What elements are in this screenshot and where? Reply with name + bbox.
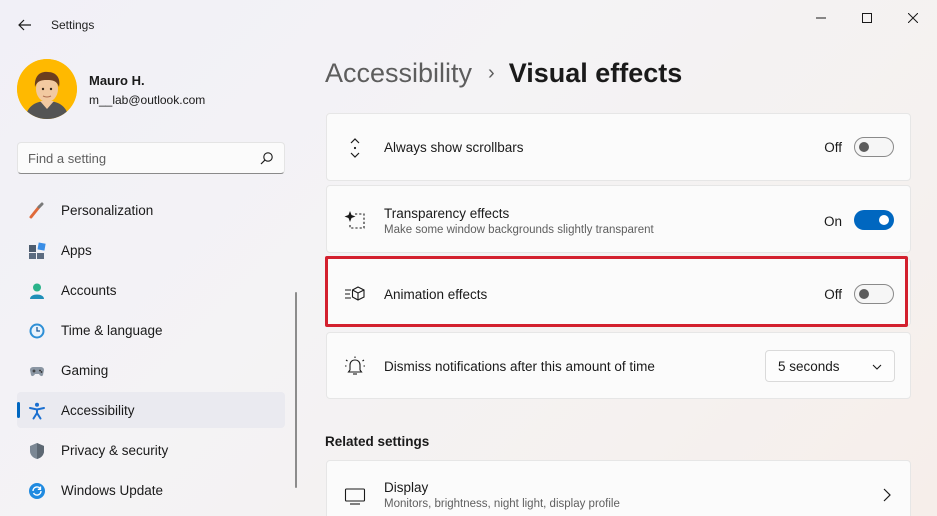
sidebar-item-privacy-security[interactable]: Privacy & security <box>17 432 285 468</box>
setting-title: Dismiss notifications after this amount … <box>384 359 655 374</box>
toggle-state-label: On <box>823 214 842 229</box>
minimize-icon <box>816 17 826 19</box>
scrollbars-toggle[interactable] <box>854 137 894 157</box>
close-button[interactable] <box>890 6 936 30</box>
maximize-button[interactable] <box>844 6 890 30</box>
toggle-knob <box>879 215 889 225</box>
sidebar-item-label: Personalization <box>61 203 154 218</box>
breadcrumb-separator: › <box>488 62 495 84</box>
minimize-button[interactable] <box>798 6 844 30</box>
monitor-icon <box>344 488 366 505</box>
selection-indicator <box>17 402 20 418</box>
sidebar-item-apps[interactable]: Apps <box>17 232 285 268</box>
sidebar-item-label: Privacy & security <box>61 443 169 458</box>
avatar[interactable] <box>17 59 77 119</box>
dropdown-value: 5 seconds <box>778 359 840 374</box>
setting-title: Transparency effects <box>384 206 510 221</box>
notification-duration-dropdown[interactable]: 5 seconds <box>765 350 895 382</box>
setting-always-show-scrollbars: Always show scrollbars Off <box>326 113 911 181</box>
back-arrow-icon <box>18 19 31 31</box>
transparency-toggle[interactable] <box>854 210 894 230</box>
sidebar-item-label: Gaming <box>61 363 109 378</box>
sidebar-item-label: Accessibility <box>61 403 135 418</box>
close-icon <box>908 13 918 23</box>
bell-icon <box>345 356 365 375</box>
setting-description: Make some window backgrounds slightly tr… <box>384 224 654 236</box>
chevron-down-icon <box>872 364 882 370</box>
breadcrumb: Accessibility › Visual effects <box>325 58 682 98</box>
search-input[interactable]: Find a setting <box>28 151 106 166</box>
sidebar-scrollbar[interactable] <box>295 292 297 488</box>
sidebar-item-personalization[interactable]: Personalization <box>17 192 285 228</box>
sidebar-item-time-language[interactable]: Time & language <box>17 312 285 348</box>
shield-icon <box>30 443 44 459</box>
related-settings-heading: Related settings <box>325 434 430 449</box>
setting-description: Monitors, brightness, night light, displ… <box>384 498 620 510</box>
setting-title: Always show scrollbars <box>384 140 524 155</box>
paintbrush-icon <box>29 202 44 219</box>
apps-icon <box>29 242 46 259</box>
back-button[interactable] <box>12 12 38 38</box>
scroll-arrows-icon <box>350 138 360 158</box>
search-box[interactable]: Find a setting <box>17 142 285 174</box>
accessibility-icon <box>29 402 45 420</box>
related-display-link[interactable]: Display Monitors, brightness, night ligh… <box>326 460 911 516</box>
windows-update-icon <box>29 483 45 499</box>
search-icon[interactable] <box>260 151 274 165</box>
chevron-right-icon <box>883 488 891 502</box>
title-bar: Settings <box>0 0 937 50</box>
transparency-sparkle-icon <box>344 211 365 229</box>
toggle-state-label: Off <box>824 140 842 155</box>
settings-window: Settings Mauro H. m__lab@outlook.com Fin… <box>0 0 937 516</box>
sidebar-item-label: Apps <box>61 243 92 258</box>
sidebar-item-label: Accounts <box>61 283 117 298</box>
setting-transparency-effects: Transparency effects Make some window ba… <box>326 185 911 253</box>
gamepad-icon <box>30 367 44 377</box>
toggle-knob <box>859 142 869 152</box>
sidebar-item-accounts[interactable]: Accounts <box>17 272 285 308</box>
clock-globe-icon <box>29 323 45 339</box>
sidebar-item-label: Windows Update <box>61 483 164 498</box>
highlight-box <box>325 256 908 327</box>
sidebar-nav: Personalization Apps Accounts Time & lan… <box>17 192 285 512</box>
accounts-icon <box>30 283 44 299</box>
maximize-icon <box>862 13 872 23</box>
breadcrumb-parent[interactable]: Accessibility <box>325 58 472 88</box>
profile-email: m__lab@outlook.com <box>89 93 206 107</box>
app-title: Settings <box>51 18 95 32</box>
sidebar-item-windows-update[interactable]: Windows Update <box>17 472 285 508</box>
sidebar-item-gaming[interactable]: Gaming <box>17 352 285 388</box>
page-title: Visual effects <box>508 58 683 88</box>
profile-name: Mauro H. <box>89 73 145 88</box>
setting-title: Display <box>384 480 429 495</box>
user-avatar-icon <box>17 59 77 119</box>
sidebar-item-accessibility[interactable]: Accessibility <box>17 392 285 428</box>
sidebar-item-label: Time & language <box>61 323 163 338</box>
